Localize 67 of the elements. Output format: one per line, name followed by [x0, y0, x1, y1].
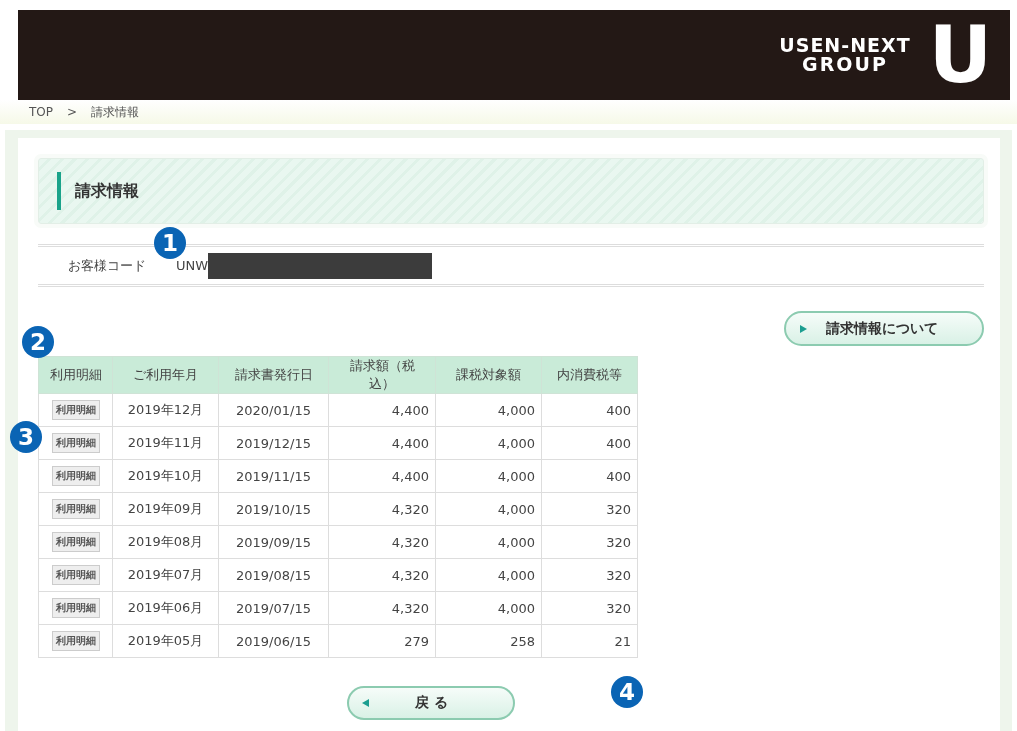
table-cell: 320: [541, 591, 638, 625]
table-cell: 2019/08/15: [218, 558, 329, 592]
table-cell: 2019/10/15: [218, 492, 329, 526]
usage-details-button[interactable]: 利用明細: [51, 565, 100, 585]
table-cell: 4,400: [328, 459, 436, 493]
customer-code-value: UNW: [176, 258, 209, 273]
table-cell: 4,320: [328, 492, 436, 526]
table-cell: 2019年06月: [112, 591, 219, 625]
page-title: 請求情報: [57, 172, 139, 210]
logo-mark: U: [928, 16, 992, 94]
table-cell: 400: [541, 426, 638, 460]
breadcrumb-separator: >: [67, 105, 78, 119]
column-header: 請求書発行日: [218, 356, 329, 394]
back-icon: [361, 698, 371, 708]
usage-details-button[interactable]: 利用明細: [51, 400, 100, 420]
table-cell: 2019/09/15: [218, 525, 329, 559]
table-cell: 2019年12月: [112, 393, 219, 427]
table-cell: 21: [541, 624, 638, 658]
table-cell: 4,000: [435, 393, 542, 427]
table-cell: 4,320: [328, 591, 436, 625]
table-cell: 400: [541, 459, 638, 493]
table-cell: 4,000: [435, 525, 542, 559]
table-cell: 2019/12/15: [218, 426, 329, 460]
table-cell: 2019年10月: [112, 459, 219, 493]
table-cell: 2019年07月: [112, 558, 219, 592]
usage-details-button[interactable]: 利用明細: [51, 499, 100, 519]
usage-details-button[interactable]: 利用明細: [51, 598, 100, 618]
table-cell: 4,400: [328, 393, 436, 427]
table-cell: 4,400: [328, 426, 436, 460]
table-cell: 279: [328, 624, 436, 658]
table-cell: 4,000: [435, 459, 542, 493]
table-cell: 2019年05月: [112, 624, 219, 658]
billing-info-button[interactable]: 請求情報について: [784, 311, 984, 346]
table-cell: 258: [435, 624, 542, 658]
play-icon: [798, 323, 808, 334]
table-cell: 320: [541, 525, 638, 559]
table-cell: 320: [541, 558, 638, 592]
column-header: ご利用年月: [112, 356, 219, 394]
breadcrumb-link[interactable]: TOP: [29, 105, 53, 119]
table-cell: 2019年11月: [112, 426, 219, 460]
table-cell: 4,000: [435, 492, 542, 526]
usage-details-button[interactable]: 利用明細: [51, 466, 100, 486]
logo-text: USEN-NEXT: [779, 36, 911, 55]
table-cell: 2019/07/15: [218, 591, 329, 625]
breadcrumb-item: 請求情報: [91, 103, 140, 121]
column-header: 内消費税等: [541, 356, 638, 394]
table-cell: 2019/06/15: [218, 624, 329, 658]
customer-code-label: お客様コード: [68, 256, 146, 275]
usage-details-button[interactable]: 利用明細: [51, 433, 100, 453]
table-cell: 4,000: [435, 558, 542, 592]
back-button[interactable]: 戻 る: [347, 686, 515, 720]
table-cell: 2019年08月: [112, 525, 219, 559]
table-cell: 2019年09月: [112, 492, 219, 526]
column-header: 利用明細: [38, 356, 113, 394]
column-header: 請求額（税込）: [328, 356, 436, 394]
usage-details-button[interactable]: 利用明細: [51, 631, 100, 651]
table-cell: 4,000: [435, 591, 542, 625]
table-cell: 4,000: [435, 426, 542, 460]
logo-text: GROUP: [802, 55, 888, 74]
table-cell: 4,320: [328, 558, 436, 592]
table-cell: 4,320: [328, 525, 436, 559]
column-header: 課税対象額: [435, 356, 542, 394]
table-cell: 400: [541, 393, 638, 427]
usage-details-button[interactable]: 利用明細: [51, 532, 100, 552]
table-cell: 320: [541, 492, 638, 526]
table-cell: 2019/11/15: [218, 459, 329, 493]
table-cell: 2020/01/15: [218, 393, 329, 427]
